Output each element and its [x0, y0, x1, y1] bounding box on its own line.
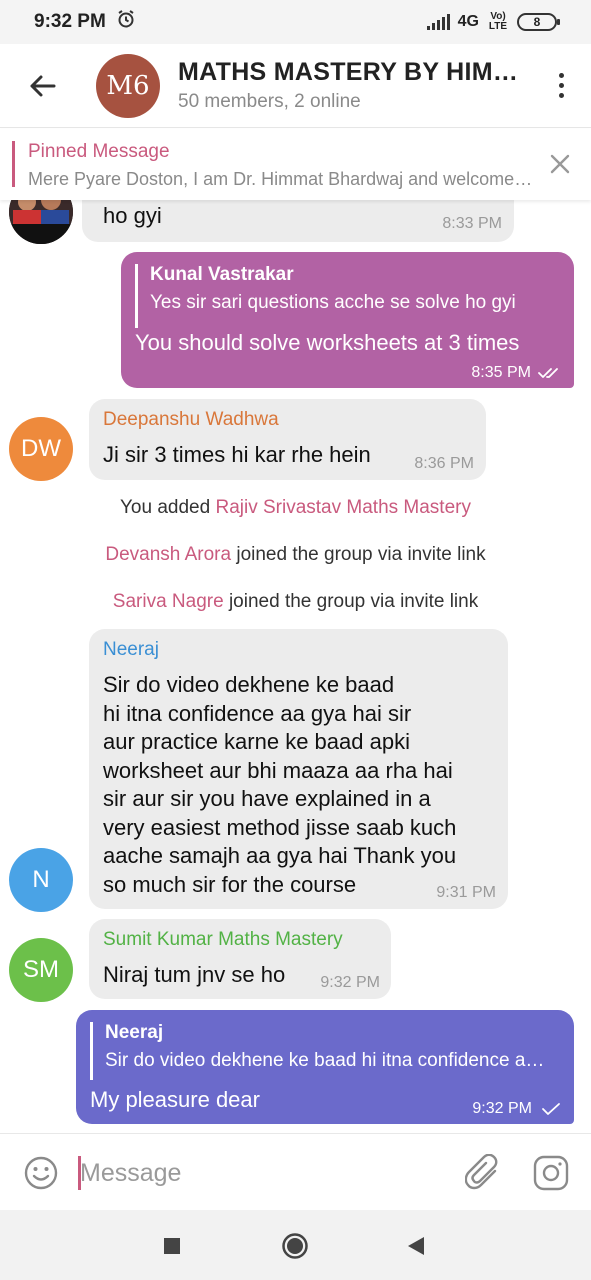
message-bubble[interactable]: Neeraj Sir do video dekhene ke baad hi i…	[89, 629, 508, 909]
double-check-icon	[538, 368, 558, 378]
reply-quote[interactable]: Kunal Vastrakar Yes sir sari questions a…	[135, 264, 550, 328]
close-pinned-button[interactable]	[547, 151, 573, 177]
volte-badge: Vo) LTE	[488, 11, 508, 32]
avatar[interactable]	[9, 200, 73, 244]
sender-name[interactable]: Sumit Kumar Maths Mastery	[103, 929, 343, 951]
group-title: MATHS MASTERY BY HIMMAT BHARDWAJ	[178, 58, 523, 86]
group-info[interactable]: MATHS MASTERY BY HIMMAT BHARDWAJ 50 memb…	[178, 58, 531, 113]
message-composer	[0, 1133, 591, 1210]
service-message: Sariva Nagre joined the group via invite…	[0, 591, 591, 613]
reply-sender-name: Kunal Vastrakar	[150, 264, 294, 285]
group-members-count: 50 members, 2 online	[178, 91, 361, 112]
battery-level: 8	[533, 15, 541, 29]
message-bubble[interactable]: Sumit Kumar Maths Mastery Niraj tum jnv …	[89, 919, 391, 999]
avatar[interactable]: N	[9, 848, 73, 912]
message-line: hi itna confidence aa gya hai sir	[103, 700, 412, 726]
chat-header: M6 MATHS MASTERY BY HIMMAT BHARDWAJ 50 m…	[0, 44, 591, 128]
message-text: Niraj tum jnv se ho	[103, 962, 286, 987]
sender-name[interactable]: Neeraj	[103, 639, 159, 661]
emoji-button[interactable]	[23, 1155, 59, 1196]
message-text: ho gyi	[103, 203, 162, 228]
service-user-link[interactable]: Devansh Arora	[105, 544, 231, 565]
paperclip-icon	[464, 1153, 498, 1190]
service-message: You added Rajiv Srivastav Maths Mastery	[0, 497, 591, 519]
attach-button[interactable]	[464, 1153, 501, 1197]
reply-text: Sir do video dekhene ke baad hi itna con…	[105, 1050, 548, 1071]
message-line: sir aur sir you have explained in a	[103, 786, 431, 811]
message-input[interactable]	[80, 1154, 440, 1192]
message-bubble-outgoing[interactable]: Kunal Vastrakar Yes sir sari questions a…	[121, 252, 574, 388]
home-button[interactable]	[277, 1228, 313, 1264]
chat-history[interactable]: ho gyi 8:33 PM Kunal Vastrakar Yes sir s…	[0, 200, 591, 1133]
avatar[interactable]: SM	[9, 938, 73, 1002]
message-time: 9:32 PM	[320, 974, 380, 991]
message-line: so much sir for the course	[103, 871, 357, 897]
service-text: joined the group via invite link	[223, 591, 479, 612]
group-avatar[interactable]: M6	[96, 53, 160, 118]
message-time: 9:32 PM	[472, 1100, 532, 1117]
pinned-accent-bar	[12, 141, 15, 187]
message-text: My pleasure dear	[90, 1087, 260, 1112]
message-time: 8:33 PM	[442, 215, 502, 232]
more-options-button[interactable]	[531, 44, 591, 128]
service-user-link[interactable]: Rajiv Srivastav Maths Mastery	[215, 497, 471, 518]
message-line: Sir do video dekhene ke baad	[103, 672, 395, 697]
camera-button[interactable]	[532, 1154, 570, 1197]
square-icon	[164, 1238, 180, 1254]
pinned-message-bar[interactable]: Pinned Message Mere Pyare Doston, I am D…	[0, 129, 591, 200]
arrow-left-icon	[30, 75, 56, 96]
message-bubble[interactable]: Deepanshu Wadhwa Ji sir 3 times hi kar r…	[89, 399, 486, 480]
message-time: 8:35 PM	[471, 364, 531, 381]
triangle-back-icon	[408, 1237, 424, 1255]
reply-sender-name: Neeraj	[105, 1022, 164, 1043]
message-text: You should solve worksheets at 3 times	[135, 330, 520, 355]
status-time: 9:32 PM	[34, 11, 106, 32]
message-line: very easiest method jisse saab kuch	[103, 814, 457, 840]
sender-name[interactable]: Deepanshu Wadhwa	[103, 409, 279, 431]
message-bubble-outgoing[interactable]: Neeraj Sir do video dekhene ke baad hi i…	[76, 1010, 574, 1124]
back-nav-button[interactable]	[398, 1228, 434, 1264]
message-text: Ji sir 3 times hi kar rhe hein	[103, 442, 371, 467]
message-line: worksheet aur bhi maaza aa rha hai	[103, 757, 453, 783]
reply-quote[interactable]: Neeraj Sir do video dekhene ke baad hi i…	[90, 1022, 548, 1080]
reply-text: Yes sir sari questions acche se solve ho…	[150, 292, 516, 313]
system-navigation-bar	[0, 1210, 591, 1280]
battery-icon: 8	[517, 13, 560, 31]
message-line: aur practice karne ke baad apki	[103, 729, 410, 754]
check-icon	[542, 1103, 560, 1115]
service-message: Devansh Arora joined the group via invit…	[0, 544, 591, 566]
back-button[interactable]	[0, 44, 84, 128]
close-icon	[550, 154, 570, 174]
service-user-link[interactable]: Sariva Nagre	[113, 591, 224, 612]
recents-button[interactable]	[154, 1228, 190, 1264]
service-text: You added	[120, 497, 216, 518]
status-bar: 9:32 PM 4G Vo) LTE 8	[0, 0, 591, 44]
avatar[interactable]: DW	[9, 417, 73, 481]
smile-icon	[24, 1156, 58, 1190]
alarm-icon	[116, 9, 136, 35]
pinned-text: Mere Pyare Doston, I am Dr. Himmat Bhard…	[28, 169, 533, 189]
message-line: aache samajh aa gya hai Thank you	[103, 843, 457, 868]
message-text: Sir do video dekhene ke baad hi itna con…	[103, 671, 456, 899]
pinned-label: Pinned Message	[28, 141, 170, 162]
message-time: 9:31 PM	[436, 884, 496, 901]
camera-icon	[533, 1155, 569, 1191]
network-type: 4G	[457, 13, 479, 30]
signal-icon	[426, 14, 450, 30]
message-time: 8:36 PM	[414, 455, 474, 472]
message-bubble[interactable]: ho gyi 8:33 PM	[82, 200, 514, 242]
circle-icon	[282, 1233, 308, 1259]
service-text: joined the group via invite link	[231, 544, 486, 565]
